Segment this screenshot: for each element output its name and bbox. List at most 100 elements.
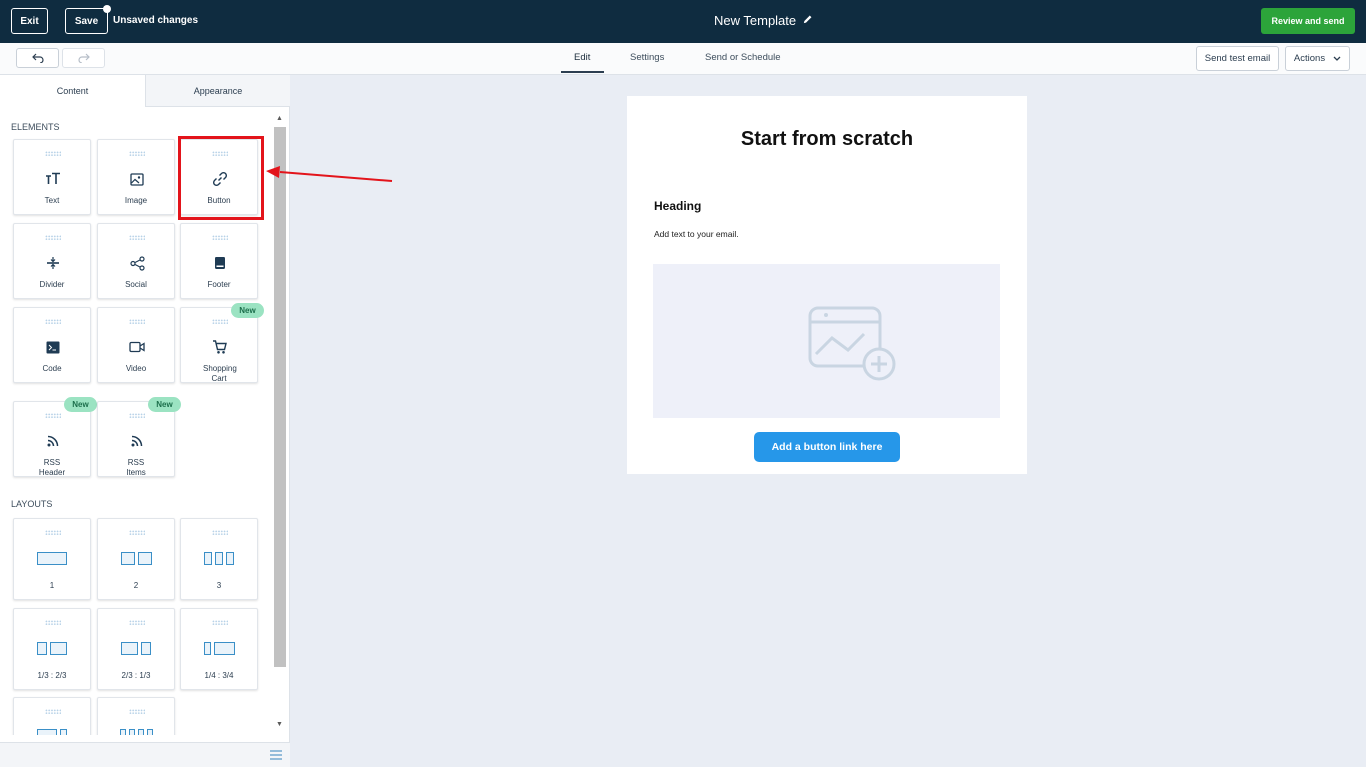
element-label: Code (42, 364, 62, 373)
drag-handle[interactable] (212, 620, 228, 625)
save-button[interactable]: Save (65, 5, 111, 34)
element-label: RSS Header (38, 458, 66, 477)
element-button[interactable]: Button (180, 139, 258, 215)
layout-label: 2/3 : 1/3 (121, 671, 151, 680)
layout-2-columns[interactable]: 2 (97, 518, 175, 600)
arrow-annotation (266, 166, 393, 182)
drag-handle[interactable] (129, 530, 145, 535)
exit-button[interactable]: Exit (11, 8, 48, 34)
layout-tile-partial[interactable] (13, 697, 91, 735)
element-label: Text (44, 196, 60, 205)
layout-one-column-icon (14, 552, 90, 566)
scroll-down-arrow-icon[interactable]: ▼ (276, 721, 283, 728)
layout-label: 1/3 : 2/3 (37, 671, 67, 680)
new-badge: New (231, 303, 264, 318)
drag-handle[interactable] (212, 530, 228, 535)
element-social[interactable]: Social (97, 223, 175, 299)
email-heading[interactable]: Heading (654, 199, 701, 213)
drag-handle[interactable] (212, 235, 228, 240)
redo-button[interactable] (62, 48, 105, 68)
element-shopping-cart[interactable]: New Shopping Cart (180, 303, 264, 383)
rss-icon (44, 432, 62, 450)
share-icon (128, 254, 146, 272)
tab-settings[interactable]: Settings (630, 52, 664, 63)
layout-icon (14, 729, 90, 735)
active-tab-underline (561, 71, 604, 73)
image-placeholder[interactable] (653, 264, 1000, 418)
element-label: RSS Items (126, 458, 146, 477)
element-divider[interactable]: Divider (13, 223, 91, 299)
email-body-text[interactable]: Add text to your email. (654, 229, 739, 239)
layout-1-4-3-4[interactable]: 1/4 : 3/4 (180, 608, 258, 690)
layout-one-quarter-three-quarters-icon (181, 642, 257, 656)
pencil-icon[interactable] (802, 13, 813, 28)
terminal-icon (44, 338, 62, 356)
drag-handle[interactable] (212, 319, 228, 324)
layout-label: 1 (49, 581, 55, 590)
unsaved-changes-text: Unsaved changes (113, 15, 199, 26)
element-footer[interactable]: Footer (180, 223, 258, 299)
review-and-send-button[interactable]: Review and send (1261, 8, 1355, 34)
layout-icon (98, 729, 174, 735)
undo-button[interactable] (16, 48, 59, 68)
tab-edit[interactable]: Edit (574, 52, 590, 63)
element-rss-items[interactable]: New RSS Items (97, 397, 181, 477)
drag-handle[interactable] (129, 709, 145, 714)
drag-handle[interactable] (45, 620, 61, 625)
layouts-section-title: LAYOUTS (11, 499, 53, 509)
element-code[interactable]: Code (13, 307, 91, 383)
cart-icon (211, 338, 229, 356)
drag-handle[interactable] (45, 319, 61, 324)
text-icon (44, 170, 62, 188)
email-cta-button[interactable]: Add a button link here (754, 432, 900, 462)
top-bar: Exit Save Unsaved changes New Template R… (0, 0, 1366, 43)
actions-dropdown[interactable]: Actions (1285, 46, 1350, 71)
drag-handle[interactable] (129, 620, 145, 625)
send-test-email-button[interactable]: Send test email (1196, 46, 1279, 71)
drag-handle[interactable] (212, 151, 228, 156)
drag-handle[interactable] (45, 151, 61, 156)
video-icon (128, 338, 146, 356)
layout-label: 3 (216, 581, 222, 590)
drag-handle[interactable] (45, 235, 61, 240)
layout-one-third-two-thirds-icon (14, 642, 90, 656)
element-rss-header[interactable]: New RSS Header (13, 397, 97, 477)
drag-handle[interactable] (129, 235, 145, 240)
footer-icon (211, 254, 229, 272)
layout-1-column[interactable]: 1 (13, 518, 91, 600)
drag-handle[interactable] (129, 151, 145, 156)
layout-tile-partial[interactable] (97, 697, 175, 735)
element-video[interactable]: Video (97, 307, 175, 383)
drag-handle[interactable] (45, 413, 61, 418)
undo-icon (31, 53, 44, 63)
element-label: Footer (207, 280, 231, 289)
layout-3-columns[interactable]: 3 (180, 518, 258, 600)
scrollbar-thumb[interactable] (274, 127, 286, 667)
link-icon (211, 170, 229, 188)
element-label: Video (125, 364, 147, 373)
template-title[interactable]: New Template (714, 13, 813, 28)
layout-2-3-1-3[interactable]: 2/3 : 1/3 (97, 608, 175, 690)
add-image-icon (808, 306, 896, 381)
tab-send-or-schedule[interactable]: Send or Schedule (705, 52, 781, 63)
email-title[interactable]: Start from scratch (627, 128, 1027, 151)
tab-content[interactable]: Content (0, 75, 145, 107)
drag-handle[interactable] (45, 709, 61, 714)
element-image[interactable]: Image (97, 139, 175, 215)
unsaved-indicator-dot (103, 5, 111, 13)
new-badge: New (64, 397, 97, 412)
image-icon (128, 170, 146, 188)
element-label: Divider (39, 280, 65, 289)
drag-handle[interactable] (129, 319, 145, 324)
layout-label: 2 (133, 581, 139, 590)
menu-icon[interactable] (270, 750, 282, 760)
layout-two-columns-icon (98, 552, 174, 566)
scroll-up-arrow-icon[interactable]: ▲ (276, 115, 283, 122)
tab-appearance[interactable]: Appearance (145, 75, 290, 107)
drag-handle[interactable] (129, 413, 145, 418)
layout-1-3-2-3[interactable]: 1/3 : 2/3 (13, 608, 91, 690)
sidebar-footer (0, 742, 290, 767)
element-text[interactable]: Text (13, 139, 91, 215)
drag-handle[interactable] (45, 530, 61, 535)
email-canvas[interactable]: Start from scratch Heading Add text to y… (627, 96, 1027, 474)
